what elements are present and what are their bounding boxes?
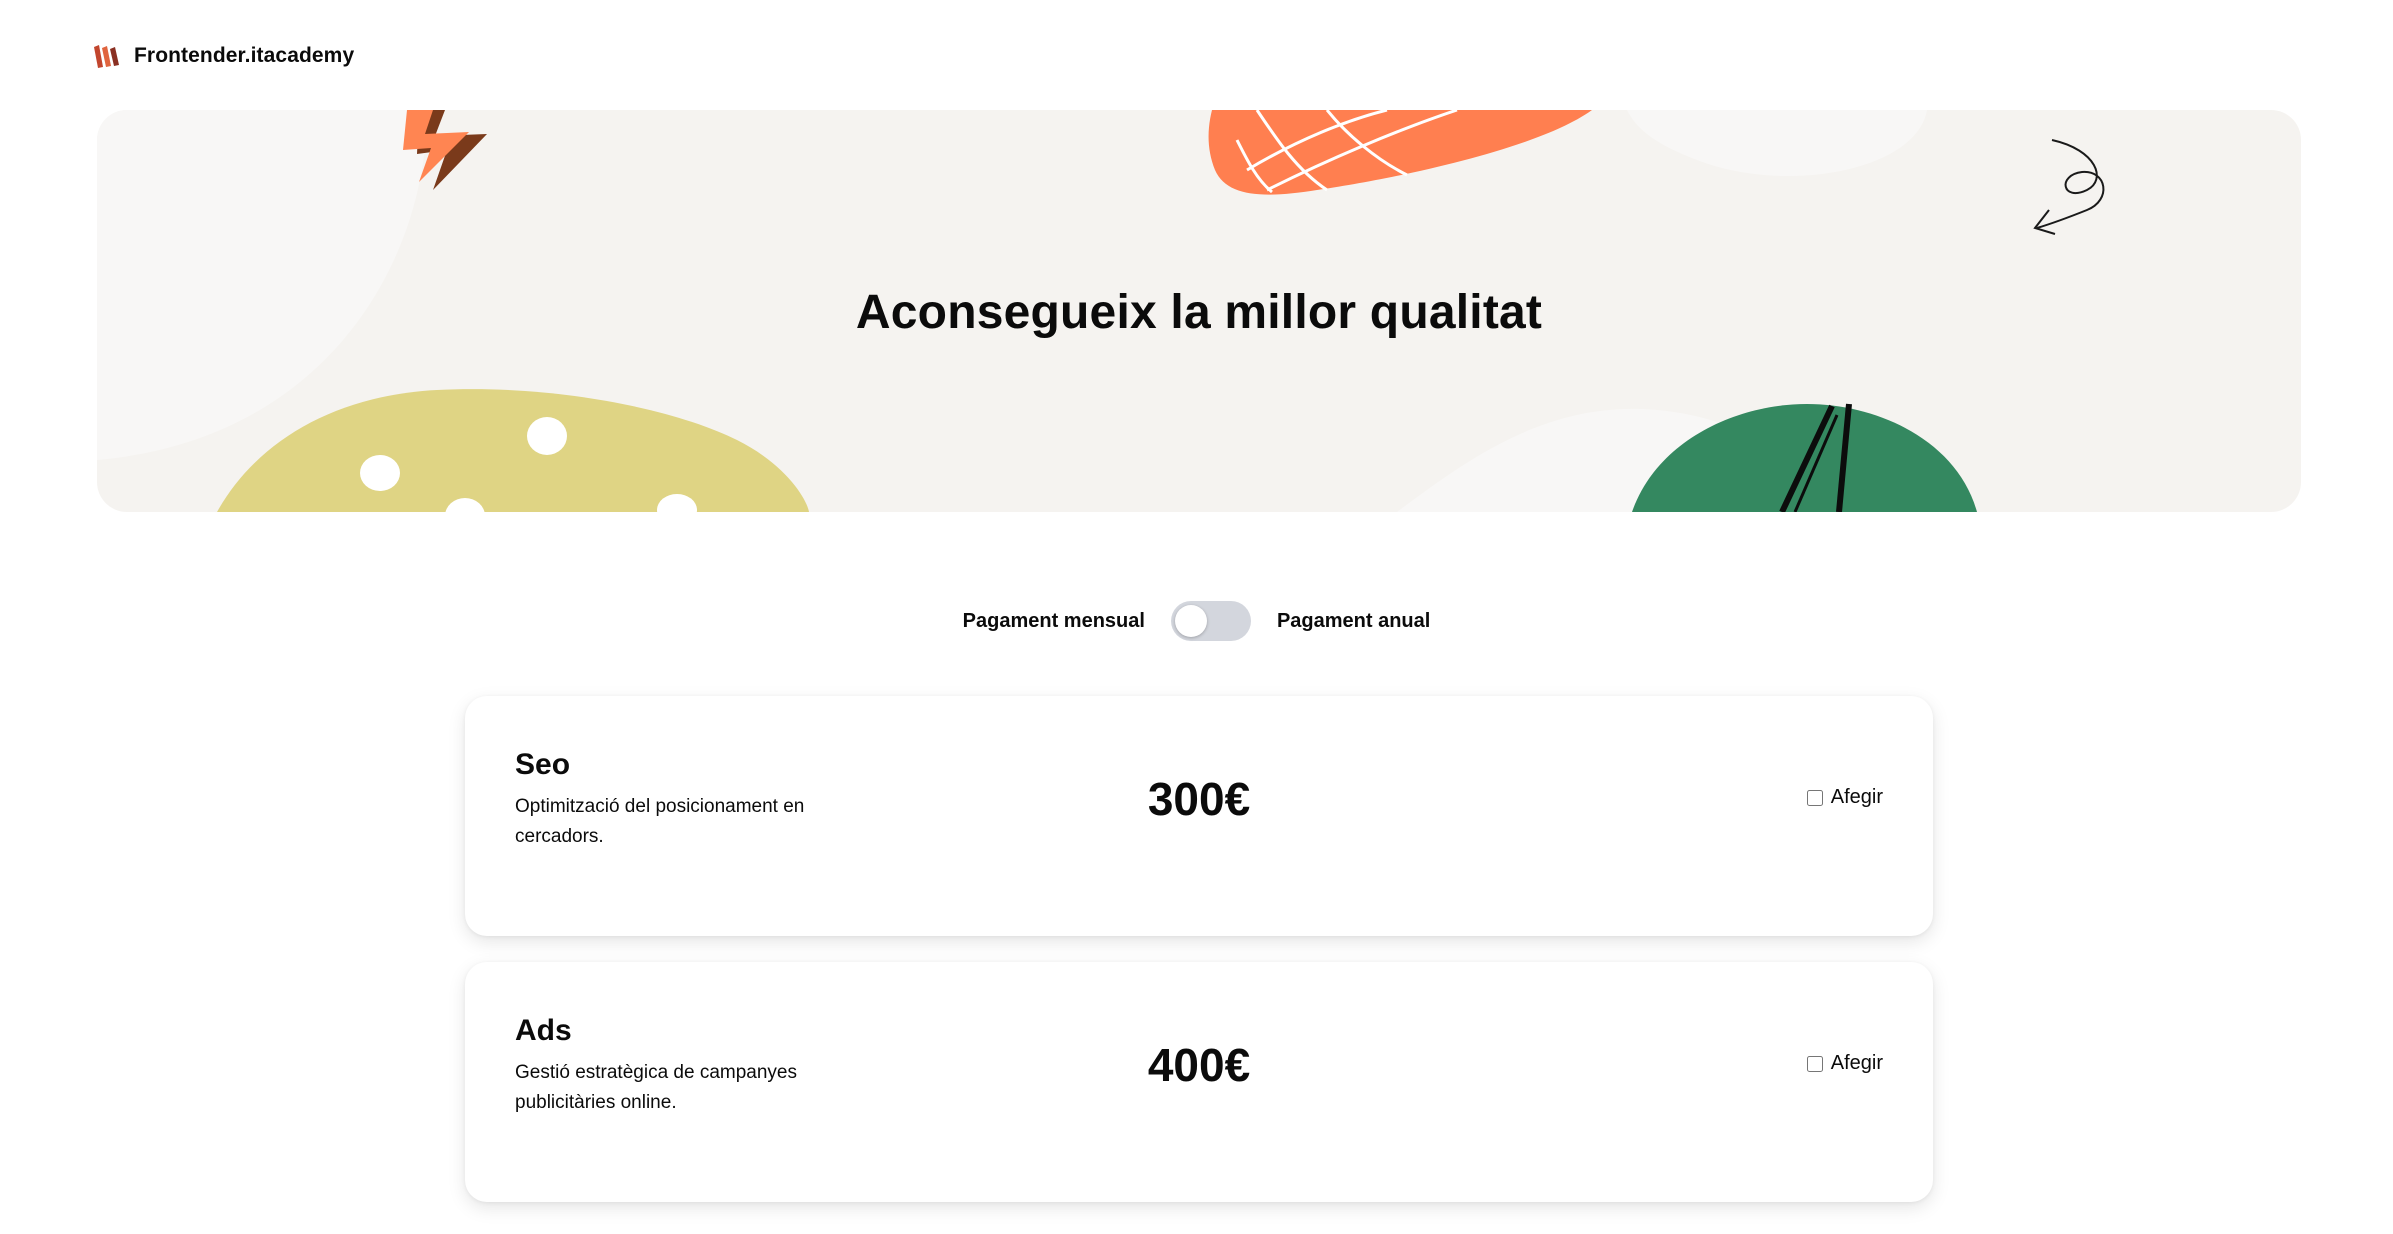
hero-banner: Aconsegueix la millor qualitat <box>97 110 2301 512</box>
service-name: Seo <box>515 748 571 781</box>
service-description: Optimització del posicionament en cercad… <box>515 796 805 847</box>
service-name: Ads <box>515 1014 572 1047</box>
service-card-seo: Seo Optimització del posicionament en ce… <box>465 696 1933 936</box>
billing-period-toggle[interactable] <box>1170 601 1251 641</box>
add-label[interactable]: Afegir <box>1831 786 1883 809</box>
monthly-label: Pagament mensual <box>962 609 1145 632</box>
toggle-knob <box>1174 605 1207 637</box>
itacademy-logo-icon[interactable] <box>92 41 122 71</box>
app-root: Frontender.itacademy Aconsegueix la mill… <box>0 0 2393 1234</box>
service-card-ads: Ads Gestió estratègica de campanyes publ… <box>465 962 1933 1202</box>
page-title: Aconsegueix la millor qualitat <box>855 286 1543 339</box>
orange-blob <box>1208 110 1592 195</box>
add-service-option[interactable]: Afegir <box>1806 1052 1883 1075</box>
add-label[interactable]: Afegir <box>1831 1052 1883 1075</box>
top-bar: Frontender.itacademy <box>92 40 354 72</box>
annual-label: Pagament anual <box>1276 609 1431 632</box>
add-checkbox[interactable] <box>1806 1055 1823 1072</box>
billing-toggle-row: Pagament mensual Pagament anual <box>0 598 2393 644</box>
yellow-blob <box>217 389 809 512</box>
service-description: Gestió estratègica de campanyes publicit… <box>515 1062 797 1113</box>
brand-name[interactable]: Frontender.itacademy <box>134 44 354 68</box>
swirl-arrow-icon <box>2033 139 2105 235</box>
light-blob-top-right <box>1627 110 1927 176</box>
add-checkbox[interactable] <box>1806 789 1823 806</box>
add-service-option[interactable]: Afegir <box>1806 786 1883 809</box>
